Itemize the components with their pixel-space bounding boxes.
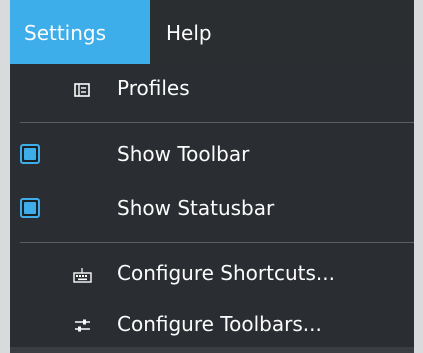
- profiles-icon: [70, 78, 94, 102]
- sliders-icon: [70, 314, 94, 338]
- menu-settings[interactable]: Settings: [10, 0, 150, 64]
- menu-item-show-statusbar[interactable]: Show Statusbar: [10, 184, 414, 236]
- menu-item-label: Show Statusbar: [117, 196, 275, 220]
- settings-dropdown-menu: Profiles Show Toolbar Show Statusbar Con…: [10, 64, 414, 353]
- show-statusbar-checkbox[interactable]: [20, 198, 40, 218]
- keyboard-icon: [70, 263, 94, 287]
- menu-separator: [20, 242, 414, 243]
- menu-item-label: Profiles: [117, 76, 190, 100]
- menu-item-configure-toolbars[interactable]: Configure Toolbars...: [10, 300, 414, 352]
- menu-item-show-toolbar[interactable]: Show Toolbar: [10, 130, 414, 182]
- menu-item-configure-shortcuts[interactable]: Configure Shortcuts...: [10, 249, 414, 301]
- menu-help[interactable]: Help: [150, 0, 230, 64]
- menu-separator: [20, 122, 414, 123]
- menu-item-label: Show Toolbar: [117, 142, 250, 166]
- menu-item-label: Configure Shortcuts...: [117, 261, 335, 285]
- menu-item-profiles[interactable]: Profiles: [10, 64, 414, 116]
- menu-item-label: Configure Toolbars...: [117, 312, 322, 336]
- menu-bar: Settings Help: [10, 0, 414, 64]
- show-toolbar-checkbox[interactable]: [20, 144, 40, 164]
- window-content-edge: [10, 347, 414, 353]
